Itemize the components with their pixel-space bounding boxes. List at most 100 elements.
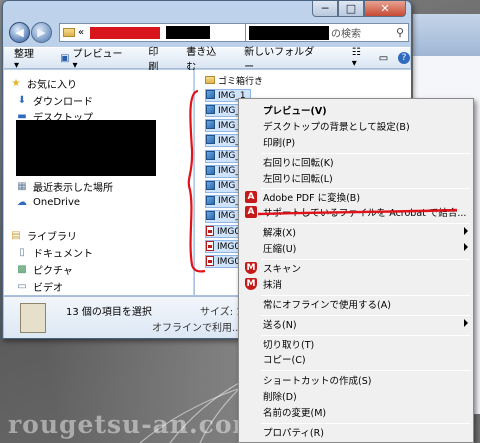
- menu-scan[interactable]: M スキャン: [241, 260, 471, 276]
- folder-item[interactable]: ゴミ箱行き: [205, 74, 267, 87]
- menu-delete-label: 削除(D): [263, 392, 297, 403]
- redacted-nav-items: [16, 120, 156, 176]
- menu-preview[interactable]: プレビュー(V): [241, 102, 471, 118]
- pictures-icon: ▩: [17, 264, 27, 275]
- file-name: IMG_: [218, 166, 240, 177]
- menu-separator: [261, 370, 470, 371]
- watermark: rougetsu-an.com: [8, 410, 261, 439]
- menu-send-to-label: 送る(N): [263, 320, 297, 331]
- image-file-icon: [206, 150, 215, 162]
- pdf-file-icon: [206, 240, 214, 253]
- image-file-icon: [206, 180, 215, 192]
- file-name: IMG_: [218, 181, 240, 192]
- menu-combine-acrobat-label: サポートしているファイルを Acrobat で結合...: [263, 208, 467, 219]
- file-name: IMG_: [218, 105, 240, 116]
- nav-videos[interactable]: ▭ ビデオ: [16, 279, 63, 294]
- arrow-left-icon: ◀: [15, 26, 24, 39]
- menu-properties-label: プロパティ(R): [263, 428, 324, 439]
- forward-button[interactable]: ▶: [31, 22, 52, 43]
- menu-print[interactable]: 印刷(P): [241, 134, 471, 150]
- toolbar-right: ☷ ▾ ▭ ?: [342, 47, 410, 69]
- menu-rename-label: 名前の変更(M): [263, 408, 327, 419]
- view-options-icon[interactable]: ☷ ▾: [352, 47, 369, 69]
- burn-button[interactable]: 書き込む: [186, 43, 226, 73]
- menu-rotate-right[interactable]: 右回りに回転(K): [241, 154, 471, 170]
- menu-cut[interactable]: 切り取り(T): [241, 336, 471, 352]
- new-folder-button[interactable]: 新しいフォルダー: [244, 43, 324, 73]
- address-row: ◀ ▶ « の検索 ⚲: [7, 21, 409, 45]
- image-file-icon: [206, 105, 215, 116]
- preview-icon: ▣: [60, 52, 70, 64]
- menu-rename[interactable]: 名前の変更(M): [241, 404, 471, 420]
- menu-combine-acrobat[interactable]: A サポートしているファイルを Acrobat で結合...: [241, 204, 471, 220]
- menu-create-shortcut[interactable]: ショートカットの作成(S): [241, 372, 471, 388]
- minimize-button[interactable]: ─: [312, 1, 338, 17]
- redacted-path: [90, 26, 161, 39]
- menu-send-to[interactable]: 送る(N): [241, 316, 471, 332]
- redacted-search-scope: [249, 25, 329, 40]
- image-file-icon: [206, 210, 215, 222]
- preview-button[interactable]: ▣ プレビュー ▾: [60, 45, 130, 71]
- nav-onedrive[interactable]: ☁ OneDrive: [16, 197, 80, 208]
- file-name: IMG_: [218, 196, 240, 207]
- search-input[interactable]: の検索 ⚲: [245, 23, 409, 42]
- menu-create-shortcut-label: ショートカットの作成(S): [263, 376, 372, 387]
- image-file-icon: [206, 165, 215, 177]
- menu-extract[interactable]: 解凍(X): [241, 224, 471, 240]
- menu-copy-label: コピー(C): [263, 355, 306, 366]
- help-icon[interactable]: ?: [398, 52, 410, 64]
- menu-convert-pdf[interactable]: A Adobe PDF に変換(B): [241, 189, 471, 205]
- nav-downloads[interactable]: ⬇ ダウンロード: [16, 93, 93, 108]
- menu-delete[interactable]: 削除(D): [241, 388, 471, 404]
- maximize-button[interactable]: □: [338, 1, 364, 17]
- nav-libraries-label: ライブラリ: [27, 232, 77, 243]
- burn-label: 書き込む: [186, 47, 217, 73]
- menu-always-offline[interactable]: 常にオフラインで使用する(A): [241, 296, 471, 312]
- recent-places-icon: ▦: [17, 181, 27, 192]
- file-name: IMG0: [217, 241, 241, 252]
- menu-set-background-label: デスクトップの背景として設定(B): [263, 122, 410, 133]
- menu-shred-label: 抹消: [263, 280, 283, 291]
- video-icon: ▭: [17, 281, 27, 292]
- menu-shred[interactable]: M 抹消: [241, 276, 471, 292]
- menu-rotate-left-label: 左回りに回転(L): [263, 174, 333, 185]
- caption-buttons: ─ □ ✕: [312, 1, 406, 17]
- nav-pictures[interactable]: ▩ ピクチャ: [16, 262, 73, 277]
- nav-videos-label: ビデオ: [33, 283, 63, 294]
- menu-set-background[interactable]: デスクトップの背景として設定(B): [241, 118, 471, 134]
- back-button[interactable]: ◀: [9, 22, 30, 43]
- submenu-arrow-icon: [464, 227, 468, 235]
- organize-label: 整理 ▾: [14, 49, 34, 71]
- nav-onedrive-label: OneDrive: [33, 197, 81, 208]
- file-name: IMG_: [218, 151, 240, 161]
- organize-button[interactable]: 整理 ▾: [14, 45, 42, 71]
- file-name: IMG_: [218, 211, 240, 222]
- print-button[interactable]: 印刷: [148, 43, 168, 73]
- folder-icon: [205, 75, 215, 86]
- nav-libraries[interactable]: ▤ ライブラリ: [10, 228, 77, 243]
- search-placeholder: の検索: [331, 29, 361, 40]
- menu-copy[interactable]: コピー(C): [241, 351, 471, 367]
- print-label: 印刷: [148, 47, 159, 73]
- menu-rotate-left[interactable]: 左回りに回転(L): [241, 170, 471, 186]
- new-folder-label: 新しいフォルダー: [244, 47, 315, 73]
- command-bar: 整理 ▾ ▣ プレビュー ▾ 印刷 書き込む 新しいフォルダー ☷ ▾ ▭ ?: [4, 45, 410, 73]
- menu-compress-label: 圧縮(U): [263, 244, 297, 255]
- context-menu: プレビュー(V) デスクトップの背景として設定(B) 印刷(P) 右回りに回転(…: [238, 98, 474, 443]
- menu-extract-label: 解凍(X): [263, 228, 296, 239]
- file-name: IMG_: [218, 120, 240, 131]
- menu-compress[interactable]: 圧縮(U): [241, 240, 471, 256]
- search-icon[interactable]: ⚲: [396, 26, 404, 39]
- preview-pane-icon[interactable]: ▭: [379, 53, 388, 64]
- mcafee-shield-icon: M: [245, 278, 257, 290]
- nav-favorites[interactable]: ★ お気に入り: [10, 76, 77, 91]
- menu-properties[interactable]: プロパティ(R): [241, 424, 471, 440]
- nav-recent-label: 最近表示した場所: [33, 183, 113, 194]
- nav-pictures-label: ピクチャ: [33, 266, 73, 277]
- selection-count: 13 個の項目を選択: [66, 307, 152, 318]
- close-button[interactable]: ✕: [364, 1, 406, 17]
- menu-rotate-right-label: 右回りに回転(K): [263, 158, 334, 169]
- image-file-icon: [206, 120, 215, 131]
- nav-recent[interactable]: ▦ 最近表示した場所: [16, 179, 113, 194]
- nav-documents[interactable]: ▯ ドキュメント: [16, 245, 93, 260]
